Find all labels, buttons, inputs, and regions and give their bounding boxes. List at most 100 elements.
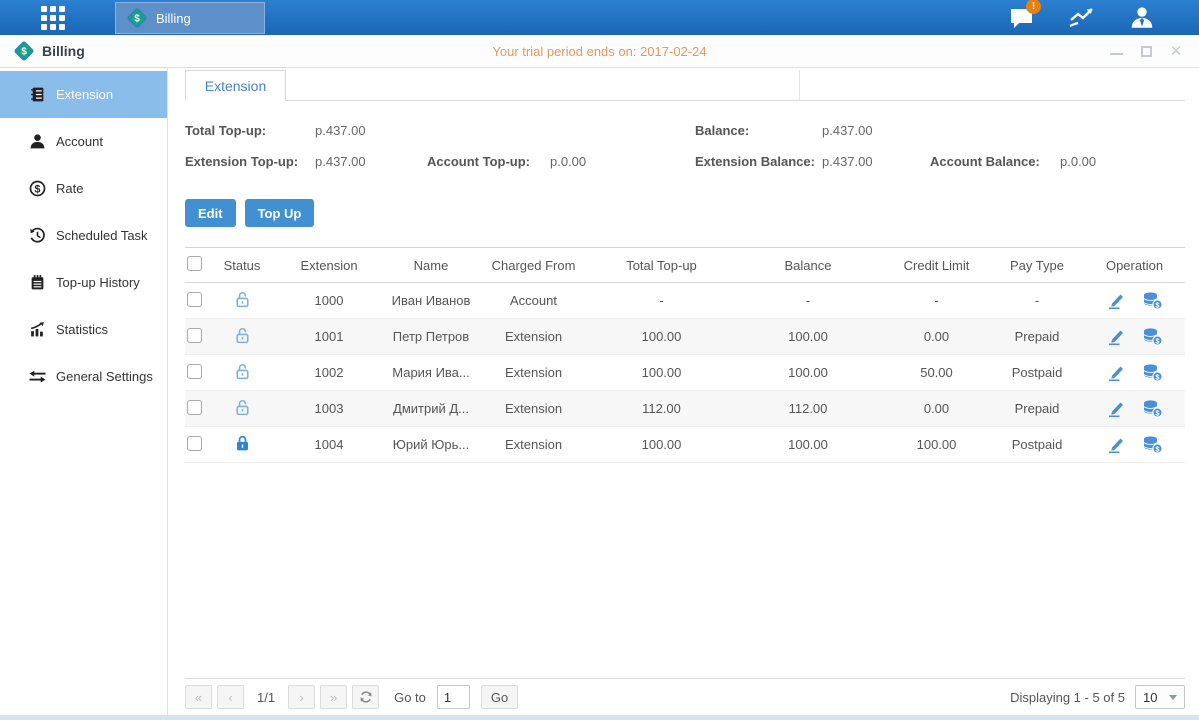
sidebar-item-label: General Settings — [56, 369, 153, 384]
goto-page-input[interactable] — [437, 685, 470, 709]
billing-window: Billing ! — [0, 0, 1199, 720]
close-icon[interactable]: ✕ — [1169, 44, 1183, 58]
go-button[interactable]: Go — [481, 685, 518, 709]
sidebar-item-rate[interactable]: $ Rate — [0, 165, 167, 212]
sidebar-item-label: Rate — [56, 181, 83, 196]
edit-extension-button[interactable] — [1106, 399, 1126, 418]
pencil-icon — [1106, 399, 1126, 418]
refresh-icon — [359, 690, 373, 704]
first-page-button[interactable]: « — [185, 685, 212, 709]
total-topup-label: Total Top-up: — [185, 123, 266, 138]
row-checkbox[interactable] — [187, 364, 202, 379]
extension-topup-label: Extension Top-up: — [185, 154, 298, 169]
top-up-extension-button[interactable]: $ — [1142, 363, 1163, 382]
row-checkbox[interactable] — [187, 328, 202, 343]
tab-strip: Extension — [185, 68, 1185, 101]
edit-extension-button[interactable] — [1106, 363, 1126, 382]
column-header: Operation — [1084, 248, 1185, 283]
svg-text:$: $ — [35, 183, 41, 195]
maximize-icon[interactable] — [1141, 46, 1152, 57]
bar-chart-arrow-icon — [29, 321, 46, 338]
sidebar-item-extension[interactable]: Extension — [0, 71, 167, 118]
taskbar-right-icons: ! — [1005, 0, 1199, 35]
extension-table: StatusExtensionNameCharged FromTotal Top… — [185, 247, 1185, 463]
unlocked-icon — [233, 290, 252, 309]
edit-extension-button[interactable] — [1106, 327, 1126, 346]
column-header: Status — [211, 248, 273, 283]
billing-title-icon — [13, 40, 35, 62]
extension-balance-label: Extension Balance: — [695, 154, 815, 169]
row-checkbox[interactable] — [187, 400, 202, 415]
row-checkbox[interactable] — [187, 436, 202, 451]
table-row[interactable]: 1003 Дмитрий Д... Extension 112.00 112.0… — [185, 391, 1185, 427]
last-page-button[interactable]: » — [320, 685, 347, 709]
table-body: 1000 Иван Иванов Account - - - - — [185, 283, 1185, 463]
edit-button[interactable]: Edit — [185, 199, 236, 227]
sidebar-item-scheduled-task[interactable]: Scheduled Task — [0, 212, 167, 259]
tab-strip-divider — [799, 70, 800, 100]
line-chart-icon — [1068, 6, 1096, 30]
billing-app-icon — [126, 7, 148, 29]
taskbar-billing-tab[interactable]: Billing — [115, 2, 265, 34]
sidebar-item-statistics[interactable]: Statistics — [0, 306, 167, 353]
top-up-extension-button[interactable]: $ — [1142, 399, 1163, 418]
prev-page-button[interactable]: ‹ — [217, 685, 244, 709]
unlocked-icon — [233, 326, 252, 345]
sidebar-item-general-settings[interactable]: General Settings — [0, 353, 167, 400]
coins-dollar-icon: $ — [1142, 291, 1163, 310]
coins-dollar-icon: $ — [1142, 363, 1163, 382]
account-topup-label: Account Top-up: — [427, 154, 530, 169]
app-launcher-button[interactable] — [0, 0, 105, 35]
window-controls: ✕ — [1109, 44, 1199, 58]
grid-icon — [38, 3, 68, 33]
edit-extension-button[interactable] — [1106, 435, 1126, 454]
notifications-button[interactable]: ! — [1005, 5, 1039, 31]
table-row[interactable]: 1001 Петр Петров Extension 100.00 100.00… — [185, 319, 1185, 355]
column-header: Extension — [273, 248, 385, 283]
top-up-extension-button[interactable]: $ — [1142, 435, 1163, 454]
page-size-value: 10 — [1143, 690, 1157, 705]
select-all-checkbox[interactable] — [187, 256, 202, 271]
table-row[interactable]: 1002 Мария Ива... Extension 100.00 100.0… — [185, 355, 1185, 391]
dollar-coin-icon: $ — [29, 180, 46, 197]
table-row[interactable]: 1000 Иван Иванов Account - - - - — [185, 283, 1185, 319]
user-button[interactable] — [1125, 5, 1159, 31]
titlebar: Billing Your trial period ends on: 2017-… — [0, 35, 1199, 68]
sidebar-item-label: Top-up History — [56, 275, 140, 290]
page-indicator: 1/1 — [249, 690, 283, 705]
tab-extension[interactable]: Extension — [185, 70, 286, 101]
account-balance-label: Account Balance: — [930, 154, 1040, 169]
ledger-icon — [29, 86, 46, 103]
refresh-button[interactable] — [352, 685, 379, 709]
row-checkbox[interactable] — [187, 292, 202, 307]
coins-dollar-icon: $ — [1142, 435, 1163, 454]
titlebar-app: Billing — [0, 40, 85, 62]
column-header: Balance — [733, 248, 883, 283]
reports-button[interactable] — [1065, 5, 1099, 31]
next-page-button[interactable]: › — [288, 685, 315, 709]
coins-dollar-icon: $ — [1142, 327, 1163, 346]
pencil-icon — [1106, 363, 1126, 382]
sidebar-item-account[interactable]: Account — [0, 118, 167, 165]
top-up-button[interactable]: Top Up — [245, 199, 315, 227]
sidebar-item-label: Extension — [56, 87, 113, 102]
sidebar-item-topup-history[interactable]: Top-up History — [0, 259, 167, 306]
top-up-extension-button[interactable]: $ — [1142, 291, 1163, 310]
extension-topup-value: p.437.00 — [315, 154, 366, 169]
notification-badge: ! — [1026, 0, 1041, 14]
balance-value: p.437.00 — [822, 123, 873, 138]
main-content: Extension Total Top-up: p.437.00 Balance… — [168, 68, 1199, 715]
sliders-arrows-icon — [29, 368, 46, 385]
balance-label: Balance: — [695, 123, 749, 138]
table-row[interactable]: 1004 Юрий Юрь... Extension 100.00 100.00… — [185, 427, 1185, 463]
edit-extension-button[interactable] — [1106, 291, 1126, 310]
minimize-icon[interactable] — [1110, 47, 1123, 55]
page-size-select[interactable]: 10 — [1135, 685, 1185, 709]
top-up-extension-button[interactable]: $ — [1142, 327, 1163, 346]
account-balance-value: p.0.00 — [1060, 154, 1096, 169]
pencil-icon — [1106, 435, 1126, 454]
person-icon — [1129, 5, 1155, 31]
taskbar: Billing ! — [0, 0, 1199, 35]
total-topup-value: p.437.00 — [315, 123, 366, 138]
window-bottom-edge — [0, 715, 1199, 720]
